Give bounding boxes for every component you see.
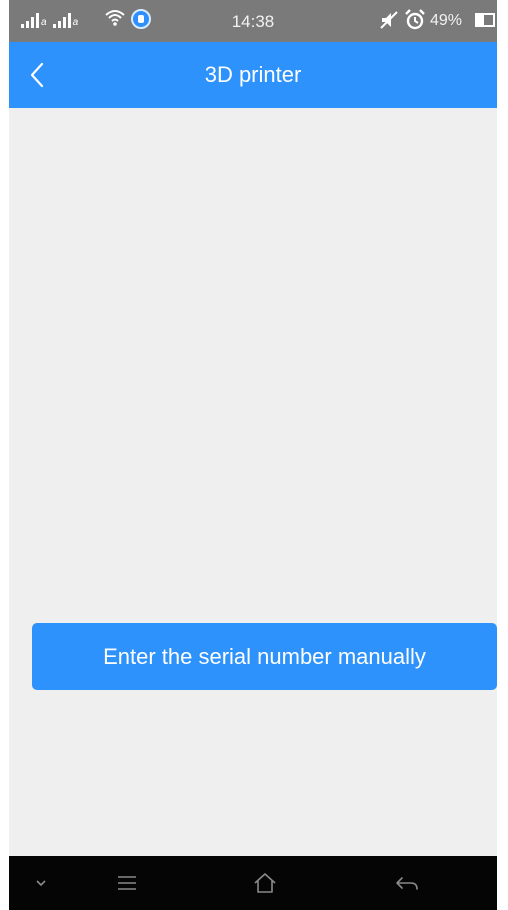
system-back-button[interactable] [385, 856, 429, 910]
menu-icon [118, 876, 136, 890]
app-bar: 3D printer [9, 42, 497, 108]
home-button[interactable] [243, 856, 287, 910]
back-arrow-icon [396, 877, 418, 890]
chevron-down-icon [36, 880, 46, 887]
battery-icon [475, 13, 495, 27]
page-title: 3D printer [204, 62, 302, 87]
enter-serial-manually-label: Enter the serial number manually [103, 643, 426, 669]
battery-percent: 49% [430, 12, 463, 29]
home-icon [254, 873, 276, 893]
mute-icon [379, 10, 399, 35]
alarm-icon [405, 9, 425, 36]
status-bar: a a 14:38 49% [9, 0, 497, 42]
enter-serial-manually-button[interactable]: Enter the serial number manually [32, 623, 497, 690]
phone-screen: a a 14:38 49% 3D printer Enter the seria… [9, 0, 497, 910]
system-nav-bar [9, 856, 497, 910]
menu-button[interactable] [105, 856, 149, 910]
collapse-nav-button[interactable] [19, 856, 63, 910]
